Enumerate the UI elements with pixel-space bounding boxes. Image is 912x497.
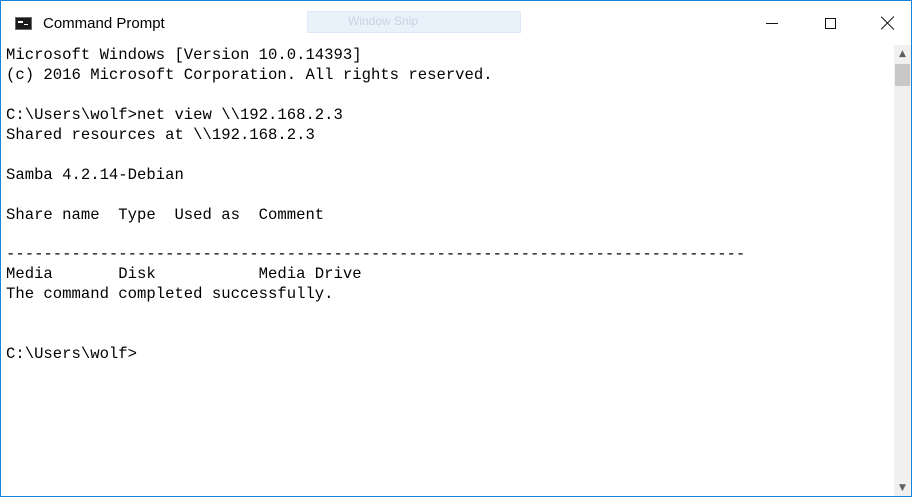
console-line-samba: Samba 4.2.14-Debian xyxy=(6,166,184,184)
scroll-down-arrow-icon[interactable]: ▼ xyxy=(894,479,911,496)
scroll-up-arrow-icon[interactable]: ▲ xyxy=(894,45,911,62)
vertical-scrollbar[interactable]: ▲ ▼ xyxy=(894,45,911,496)
console-line-command: C:\Users\wolf>net view \\192.168.2.3 xyxy=(6,106,343,124)
console-app-icon[interactable] xyxy=(15,17,32,30)
window-title: Command Prompt xyxy=(43,15,165,32)
console-line-completed: The command completed successfully. xyxy=(6,285,334,303)
console-line-copyright: (c) 2016 Microsoft Corporation. All righ… xyxy=(6,66,493,84)
console-output[interactable]: Microsoft Windows [Version 10.0.14393] (… xyxy=(6,45,894,495)
console-line-table-header: Share name Type Used as Comment xyxy=(6,206,325,224)
scrollbar-thumb[interactable] xyxy=(895,64,910,86)
close-icon xyxy=(881,16,895,30)
minimize-button[interactable] xyxy=(743,1,801,45)
maximize-button[interactable] xyxy=(801,1,859,45)
console-icon-cursor xyxy=(24,24,28,25)
maximize-icon xyxy=(824,17,836,29)
console-line-prompt: C:\Users\wolf> xyxy=(6,345,138,363)
title-bar[interactable]: Command Prompt Window Snip xyxy=(1,1,911,45)
console-line-version: Microsoft Windows [Version 10.0.14393] xyxy=(6,46,362,64)
close-button[interactable] xyxy=(859,1,912,45)
console-line-separator: ----------------------------------------… xyxy=(6,245,746,263)
window-snip-overlay: Window Snip xyxy=(307,11,521,33)
console-line-share-row: Media Disk Media Drive xyxy=(6,265,362,283)
command-prompt-window: Command Prompt Window Snip Microsoft Win… xyxy=(0,0,912,497)
console-icon-prompt xyxy=(18,21,23,23)
console-line-shared-resources: Shared resources at \\192.168.2.3 xyxy=(6,126,315,144)
minimize-icon xyxy=(766,22,778,24)
window-snip-label: Window Snip xyxy=(348,14,419,28)
